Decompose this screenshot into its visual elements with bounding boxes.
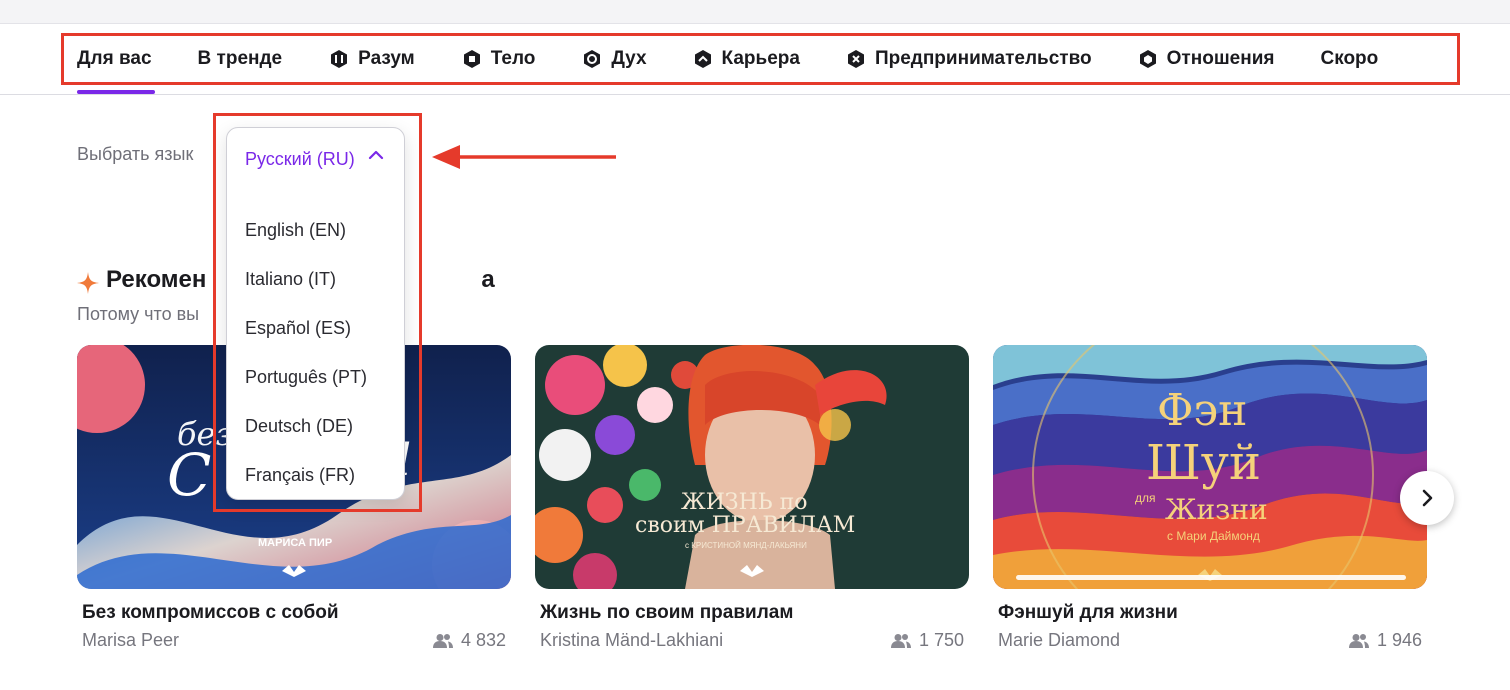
tab-coming-soon[interactable]: Скоро [1320, 24, 1378, 94]
cover-author-text: с Мари Даймонд [1167, 529, 1260, 543]
tab-label: В тренде [197, 48, 283, 69]
cover-author-text: МАРИСА ПИР [258, 537, 333, 549]
cover-title-line2: своим ПРАВИЛАМ [635, 513, 856, 538]
course-cover[interactable]: ЖИЗНЬ по своим ПРАВИЛАМ с КРИСТИНОЙ МЯНД… [535, 345, 969, 589]
mind-hex-icon [331, 50, 348, 68]
learner-count-value: 1 946 [1376, 630, 1422, 650]
recommendations-subtitle: Потому что вы [77, 304, 200, 324]
tab-mind[interactable]: Разум [329, 24, 415, 94]
entrepreneurship-hex-icon [847, 50, 864, 68]
tab-label: Тело [490, 48, 536, 69]
learner-count-value: 4 832 [460, 630, 506, 650]
annotation-arrow [432, 145, 616, 169]
language-option[interactable]: Deutsch (DE) [245, 416, 353, 437]
cover-title-line1: ЖИЗНЬ по [681, 490, 808, 515]
tab-body[interactable]: Тело [462, 24, 536, 94]
recommendations-title-right: а [481, 266, 495, 293]
language-option[interactable]: English (EN) [245, 220, 346, 241]
course-author: Kristina Mänd-Lakhiani [540, 630, 724, 650]
learner-count: 1 750 [890, 630, 964, 651]
body-hex-icon [463, 50, 480, 68]
tab-label: Скоро [1320, 48, 1379, 69]
tab-entrepreneurship[interactable]: Предпринимательство [846, 24, 1092, 94]
cover-author-text: с КРИСТИНОЙ МЯНД-ЛАКЬЯНИ [685, 541, 807, 550]
people-icon [1348, 633, 1369, 648]
language-label: Выбрать язык [77, 144, 194, 164]
course-cover[interactable]: Фэн Шуй для Жизни с Мари Даймонд [993, 345, 1427, 589]
tab-relationships[interactable]: Отношения [1138, 24, 1275, 94]
relationships-hex-icon [1139, 50, 1156, 68]
language-option[interactable]: Español (ES) [245, 318, 351, 339]
tab-label: Разум [358, 48, 415, 69]
course-title[interactable]: Без компромиссов с собой [82, 602, 339, 624]
people-icon [890, 633, 911, 648]
learner-count: 1 946 [1348, 630, 1422, 651]
language-dropdown[interactable]: Русский (RU) English (EN) Italiano (IT) … [226, 127, 405, 500]
tab-label: Дух [611, 48, 647, 69]
course-title[interactable]: Жизнь по своим правилам [540, 602, 793, 624]
course-card[interactable]: Фэн Шуй для Жизни с Мари Даймонд Фэншуй … [993, 345, 1427, 650]
category-tabs: Для вас В тренде Разум Тело Дух Карьера … [77, 24, 1378, 94]
language-option[interactable]: Português (PT) [245, 367, 367, 388]
chevron-up-icon[interactable] [367, 148, 385, 162]
learner-count-value: 1 750 [918, 630, 964, 650]
language-option[interactable]: Français (FR) [245, 465, 355, 486]
people-icon [432, 633, 453, 648]
tab-career[interactable]: Карьера [693, 24, 800, 94]
carousel-next-button[interactable] [1400, 471, 1454, 525]
course-title[interactable]: Фэншуй для жизни [998, 602, 1178, 624]
course-card[interactable]: ЖИЗНЬ по своим ПРАВИЛАМ с КРИСТИНОЙ МЯНД… [535, 345, 969, 650]
cover-art [535, 345, 969, 589]
browser-top-strip [0, 0, 1510, 24]
cover-title-line4: Жизни [1165, 493, 1268, 526]
video-progress-bar [1016, 575, 1406, 580]
language-option[interactable]: Italiano (IT) [245, 269, 336, 290]
tab-label: Карьера [721, 48, 800, 69]
career-chevron-icon [694, 50, 711, 68]
learner-count: 4 832 [432, 630, 506, 651]
sparkle-icon [77, 272, 99, 294]
course-author: Marisa Peer [82, 630, 180, 650]
tab-label: Для вас [77, 48, 152, 69]
recommendations-title-left: Рекомен [106, 266, 207, 293]
tab-label: Отношения [1166, 48, 1275, 69]
category-navbar: Для вас В тренде Разум Тело Дух Карьера … [0, 24, 1510, 95]
spirit-ring-icon [584, 50, 601, 68]
tab-label: Предпринимательство [874, 48, 1092, 69]
chevron-right-icon [1422, 489, 1433, 507]
tab-for-you[interactable]: Для вас [77, 24, 155, 94]
svg-text:С: С [167, 441, 211, 509]
language-selected-option[interactable]: Русский (RU) [245, 148, 365, 171]
tab-trending[interactable]: В тренде [198, 24, 283, 94]
course-author: Marie Diamond [998, 630, 1121, 650]
tab-spirit[interactable]: Дух [582, 24, 647, 94]
cover-title-line3: для [1135, 491, 1156, 505]
cover-title-line1: Фэн [1157, 385, 1248, 436]
cover-title-line2: Шуй [1146, 435, 1262, 491]
